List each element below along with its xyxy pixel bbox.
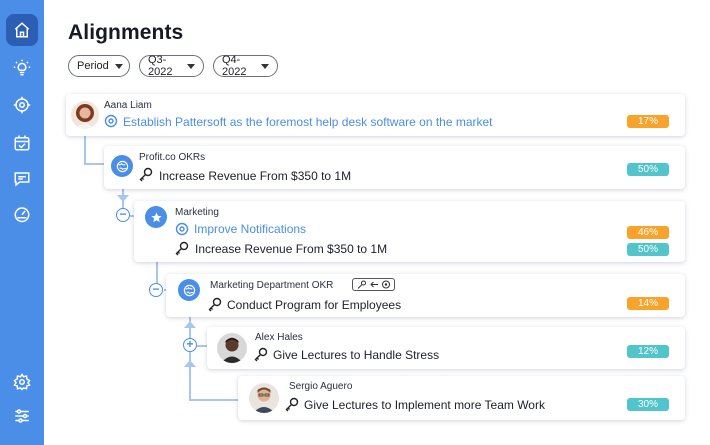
alignment-card[interactable]: Profit.co OKRs Increase Revenue From $35… (104, 146, 685, 189)
key-result-icon (208, 297, 222, 312)
nav-okrs[interactable] (6, 89, 38, 121)
key-result-title[interactable]: Give Lectures to Handle Stress (273, 348, 439, 362)
nav-insights[interactable] (6, 52, 38, 84)
owner-name: Marketing Department OKR (210, 280, 334, 291)
owner-name: Alex Hales (255, 332, 303, 343)
progress-badge: 17% (627, 115, 669, 128)
chat-icon (14, 172, 30, 187)
collapse-toggle[interactable]: − (116, 208, 130, 222)
alignment-link-chip[interactable] (352, 278, 395, 291)
objective-target-icon (104, 114, 118, 128)
alignment-card[interactable]: Aana Liam Establish Pattersoft as the fo… (66, 94, 685, 136)
end-quarter-filter[interactable]: Q4-2022 (213, 54, 278, 78)
owner-name: Aana Liam (104, 100, 152, 111)
progress-badge: 14% (627, 297, 669, 310)
sliders-icon (15, 409, 29, 423)
alignment-card[interactable]: Sergio Aguero Give Lectures to Implement… (238, 376, 685, 420)
alignment-card[interactable]: Alex Hales Give Lectures to Handle Stres… (207, 327, 685, 369)
end-quarter-label: Q4-2022 (222, 54, 247, 78)
avatar (217, 333, 247, 363)
key-result-icon (285, 397, 299, 412)
target-icon (13, 96, 31, 114)
sidebar (0, 0, 44, 445)
key-result-icon (139, 167, 153, 182)
globe-node-icon (111, 155, 133, 177)
connector-arrow (184, 321, 196, 328)
nav-home[interactable] (6, 14, 38, 46)
key-icon (357, 280, 366, 289)
period-filter-label: Period (77, 60, 109, 72)
nav-preferences[interactable] (6, 400, 38, 432)
arrow-left-icon (370, 281, 378, 288)
nav-dashboard[interactable] (6, 198, 38, 230)
globe-icon (116, 160, 128, 172)
avatar (249, 383, 279, 413)
lightbulb-icon (13, 59, 31, 76)
progress-badge: 50% (627, 163, 669, 176)
gauge-icon (14, 207, 30, 223)
gear-icon (13, 373, 31, 391)
key-result-title[interactable]: Increase Revenue From $350 to 1M (159, 169, 351, 183)
key-result-icon (254, 347, 268, 362)
page-title: Alignments (68, 21, 184, 44)
star-icon (150, 211, 162, 222)
calendar-check-icon (14, 135, 30, 151)
objective-title[interactable]: Establish Pattersoft as the foremost hel… (123, 115, 493, 129)
nav-settings[interactable] (6, 366, 38, 398)
start-quarter-label: Q3-2022 (148, 54, 173, 78)
connector-arrow (117, 195, 129, 202)
nav-chat[interactable] (6, 163, 38, 195)
target-icon (382, 280, 390, 289)
chevron-down-icon (114, 63, 123, 69)
progress-badge: 12% (627, 345, 669, 358)
connector-arrow (184, 360, 196, 367)
key-result-title[interactable]: Increase Revenue From $350 to 1M (195, 242, 387, 256)
key-result-icon (175, 241, 189, 256)
period-filter[interactable]: Period (68, 55, 130, 77)
star-node-icon (145, 206, 167, 228)
globe-node-icon (178, 279, 200, 301)
globe-icon (183, 284, 195, 296)
avatar (71, 101, 99, 129)
owner-name: Profit.co OKRs (139, 152, 206, 163)
objective-progress-badge: 46% (627, 226, 669, 239)
progress-badge: 30% (627, 398, 669, 411)
expand-toggle[interactable]: + (183, 338, 197, 352)
chevron-down-icon (187, 63, 195, 69)
start-quarter-filter[interactable]: Q3-2022 (139, 54, 204, 78)
key-result-title[interactable]: Give Lectures to Implement more Team Wor… (304, 398, 545, 412)
owner-name: Marketing (175, 207, 219, 218)
key-result-title[interactable]: Conduct Program for Employees (227, 298, 401, 312)
owner-name: Sergio Aguero (289, 381, 353, 392)
nav-calendar[interactable] (6, 127, 38, 159)
connector-line (84, 132, 86, 164)
collapse-toggle[interactable]: − (149, 283, 163, 297)
alignment-card[interactable]: Marketing Department OKR Conduct Program… (166, 274, 685, 317)
chevron-down-icon (261, 63, 269, 69)
connector-line (84, 163, 104, 165)
objective-target-icon (175, 222, 189, 236)
key-result-progress-badge: 50% (627, 243, 669, 256)
home-icon (14, 22, 30, 38)
objective-title[interactable]: Improve Notifications (194, 222, 306, 236)
alignment-card[interactable]: Marketing Improve Notifications Increase… (134, 201, 685, 262)
